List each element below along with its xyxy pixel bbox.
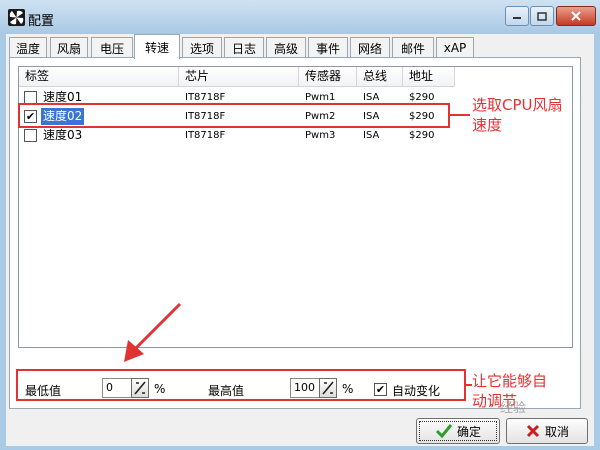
close-icon	[571, 11, 581, 21]
tab-speed[interactable]: 转速	[134, 34, 180, 59]
watermark: 经验	[500, 401, 527, 416]
row-checkbox[interactable]	[24, 129, 37, 142]
row-label: 速度03	[43, 128, 83, 142]
annotation-arrow	[124, 302, 182, 362]
tab-temperature[interactable]: 温度	[9, 37, 47, 58]
tab-events[interactable]: 事件	[308, 37, 348, 58]
check-icon	[435, 424, 453, 439]
column-header-label[interactable]: 标签	[19, 67, 179, 87]
annotation-connector-line	[450, 114, 470, 116]
tab-voltage[interactable]: 电压	[91, 37, 133, 58]
cancel-button-label: 取消	[544, 424, 569, 439]
ok-button[interactable]: 确定	[416, 418, 500, 444]
annotation-highlight-row	[18, 103, 450, 128]
row-sensor: Pwm3	[305, 130, 336, 141]
tab-fan[interactable]: 风扇	[50, 37, 88, 58]
window-title: 配置	[28, 14, 55, 29]
column-header-bus[interactable]: 总线	[357, 67, 403, 87]
list-header: 标签 芯片 传感器 总线 地址	[19, 67, 572, 87]
cancel-button[interactable]: 取消	[506, 418, 588, 444]
column-header-address[interactable]: 地址	[403, 67, 455, 87]
cancel-x-icon	[526, 424, 540, 438]
maximize-icon	[537, 11, 547, 21]
tab-options[interactable]: 选项	[182, 37, 222, 58]
tab-strip: 温度 风扇 电压 转速 选项 日志 高级 事件 网络 邮件 xAP	[6, 34, 594, 59]
column-header-sensor[interactable]: 传感器	[299, 67, 357, 87]
tab-mail[interactable]: 邮件	[392, 37, 434, 58]
column-header-chip[interactable]: 芯片	[179, 67, 299, 87]
title-bar[interactable]: 配置	[0, 0, 600, 34]
annotation-highlight-controls	[16, 369, 466, 401]
config-window: 配置 温度 风扇 电压 转速 选项 日志 高级 事件 网络 邮件 xAP 标签 …	[0, 0, 600, 450]
annotation-select-cpu-fan: 选取CPU风扇速度	[472, 96, 563, 134]
tab-log[interactable]: 日志	[224, 37, 264, 58]
minimize-button[interactable]	[505, 6, 529, 26]
close-button[interactable]	[556, 6, 596, 26]
app-icon	[8, 9, 25, 26]
minimize-icon	[513, 17, 521, 19]
tab-advanced[interactable]: 高级	[266, 37, 306, 58]
row-chip: IT8718F	[185, 130, 226, 141]
row-bus: ISA	[363, 130, 380, 141]
tab-network[interactable]: 网络	[350, 37, 390, 58]
row-address: $290	[409, 130, 435, 141]
tab-xap[interactable]: xAP	[436, 37, 474, 58]
maximize-button[interactable]	[530, 6, 554, 26]
ok-button-label: 确定	[456, 424, 481, 439]
